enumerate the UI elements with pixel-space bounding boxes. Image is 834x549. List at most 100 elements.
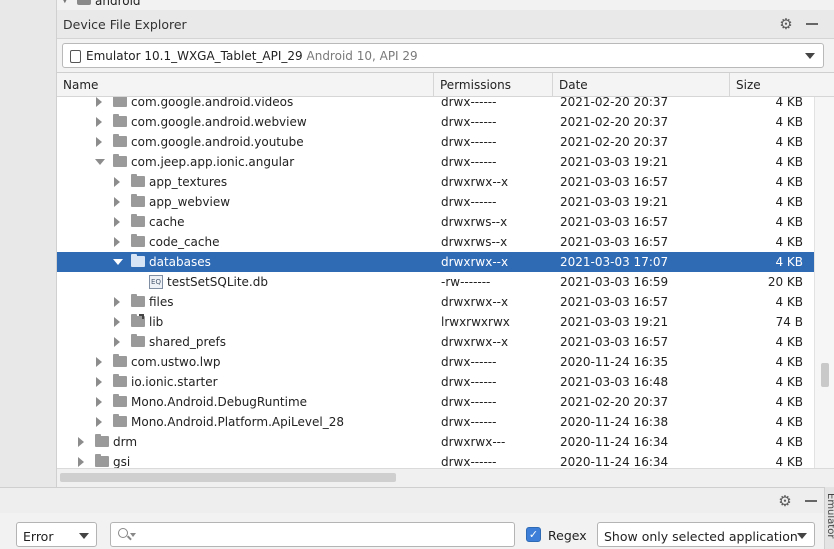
file-size: 4 KB: [775, 255, 803, 269]
chevron-right-icon[interactable]: [114, 217, 120, 227]
table-row[interactable]: com.google.android.youtube drwx------ 2021…: [57, 132, 814, 152]
vertical-scrollbar[interactable]: [814, 97, 834, 468]
device-dropdown[interactable]: Emulator 10.1_WXGA_Tablet_API_29 Android…: [62, 43, 824, 68]
table-row[interactable]: databases drwxrwx--x 2021-03-03 17:07 4 KB: [57, 252, 814, 272]
side-strip-label: Emulator: [825, 493, 834, 539]
folder-icon: [131, 254, 145, 267]
column-header-name[interactable]: Name: [57, 73, 434, 97]
chevron-right-icon[interactable]: [114, 177, 120, 187]
folder-icon: [113, 97, 127, 107]
table-row[interactable]: app_textures drwxrwx--x 2021-03-03 16:57 4 …: [57, 172, 814, 192]
file-name: code_cache: [149, 235, 220, 249]
folder-icon: [131, 194, 145, 207]
chevron-right-icon[interactable]: [114, 197, 120, 207]
chevron-right-icon[interactable]: [96, 357, 102, 367]
table-row[interactable]: Mono.Android.DebugRuntime drwx------ 2021-…: [57, 392, 814, 412]
table-row[interactable]: lib lrwxrwxrwx 2021-03-03 19:21 74 B: [57, 312, 814, 332]
app-filter-value: Show only selected application: [604, 529, 798, 544]
file-date: 2020-11-24 16:34: [560, 455, 669, 468]
gear-icon[interactable]: ⚙: [777, 15, 795, 33]
file-size: 4 KB: [775, 175, 803, 189]
column-header-permissions[interactable]: Permissions: [434, 73, 553, 97]
file-size: 74 B: [775, 315, 803, 329]
left-tool-gutter: [0, 0, 57, 487]
app-filter-dropdown[interactable]: Show only selected application: [597, 522, 815, 547]
chevron-right-icon[interactable]: [96, 97, 102, 107]
chevron-right-icon[interactable]: [96, 397, 102, 407]
chevron-right-icon[interactable]: [114, 297, 120, 307]
file-date: 2021-03-03 16:48: [560, 375, 669, 389]
regex-checkbox[interactable]: ✓: [526, 527, 541, 542]
minus-icon: [806, 23, 818, 25]
file-date: 2021-03-03 17:07: [560, 255, 669, 269]
file-size: 4 KB: [775, 135, 803, 149]
table-row[interactable]: cache drwxrws--x 2021-03-03 16:57 4 KB: [57, 212, 814, 232]
table-row[interactable]: com.ustwo.lwp drwx------ 2020-11-24 16:35 4…: [57, 352, 814, 372]
file-name: databases: [149, 255, 211, 269]
file-size: 4 KB: [775, 215, 803, 229]
table-row[interactable]: com.google.android.videos drwx------ 2021-…: [57, 97, 814, 112]
gear-icon[interactable]: ⚙: [776, 492, 794, 510]
file-size: 4 KB: [775, 355, 803, 369]
folder-icon: [131, 234, 145, 247]
table-row[interactable]: Mono.Android.Platform.ApiLevel_28 drwx---…: [57, 412, 814, 432]
chevron-right-icon[interactable]: [78, 437, 84, 447]
file-permissions: drwx------: [441, 395, 497, 409]
project-tree-crumb[interactable]: ▼ android: [57, 0, 834, 10]
file-permissions: drwx------: [441, 455, 497, 468]
column-header-size[interactable]: Size: [730, 73, 834, 97]
file-name: com.google.android.webview: [131, 115, 307, 129]
minimize-button[interactable]: [803, 15, 821, 33]
table-row[interactable]: gsi drwx------ 2020-11-24 16:34 4 KB: [57, 452, 814, 468]
file-size: 4 KB: [775, 415, 803, 429]
folder-icon: [113, 154, 127, 167]
regex-label: Regex: [548, 528, 587, 543]
chevron-right-icon[interactable]: [114, 237, 120, 247]
file-name: lib: [149, 315, 164, 329]
file-permissions: drwxrwx--x: [441, 255, 509, 269]
table-row[interactable]: drm drwxrwx--- 2020-11-24 16:34 4 KB: [57, 432, 814, 452]
chevron-right-icon[interactable]: [96, 377, 102, 387]
horizontal-scrollbar[interactable]: [57, 468, 834, 487]
table-row[interactable]: files drwxrwx--x 2021-03-03 16:57 4 KB: [57, 292, 814, 312]
file-name: testSetSQLite.db: [167, 275, 268, 289]
file-date: 2021-03-03 16:59: [560, 275, 669, 289]
chevron-down-icon: [79, 533, 89, 539]
table-row[interactable]: io.ionic.starter drwx------ 2021-03-03 16:…: [57, 372, 814, 392]
table-row[interactable]: shared_prefs drwxrwx--x 2021-03-03 16:57 4 …: [57, 332, 814, 352]
device-api: Android 10, API 29: [306, 49, 418, 63]
file-date: 2021-03-03 19:21: [560, 315, 669, 329]
table-row[interactable]: com.jeep.app.ionic.angular drwx------ 2021…: [57, 152, 814, 172]
file-permissions: drwx------: [441, 415, 497, 429]
chevron-right-icon[interactable]: [96, 117, 102, 127]
horizontal-scroll-thumb[interactable]: [60, 473, 396, 482]
log-level-dropdown[interactable]: Error: [16, 522, 97, 547]
table-row[interactable]: com.google.android.webview drwx------ 2021…: [57, 112, 814, 132]
side-tool-window-tab[interactable]: Emulator: [824, 487, 834, 549]
device-label: Emulator 10.1_WXGA_Tablet_API_29 Android…: [86, 49, 418, 63]
table-row[interactable]: EQ testSetSQLite.db -rw------- 2021-03-03 1…: [57, 272, 814, 292]
logcat-search-input[interactable]: [110, 522, 515, 547]
file-name: com.google.android.videos: [131, 97, 294, 109]
file-table: Name Permissions Date Size com.google.an…: [57, 72, 834, 468]
chevron-down-icon: [797, 533, 807, 539]
vertical-scroll-thumb[interactable]: [821, 363, 829, 387]
file-name: shared_prefs: [149, 335, 227, 349]
panel-title: Device File Explorer: [63, 17, 187, 32]
link-arrow-icon: [139, 314, 144, 319]
chevron-right-icon[interactable]: [96, 417, 102, 427]
minimize-button[interactable]: [802, 492, 820, 510]
table-row[interactable]: app_webview drwx------ 2021-03-03 19:21 4 K…: [57, 192, 814, 212]
file-size: 4 KB: [775, 97, 803, 109]
file-date: 2021-03-03 19:21: [560, 195, 669, 209]
chevron-right-icon[interactable]: [114, 317, 120, 327]
chevron-right-icon[interactable]: [78, 457, 84, 467]
search-history-chevron-icon: [130, 533, 136, 537]
column-header-date[interactable]: Date: [553, 73, 730, 97]
chevron-right-icon[interactable]: [96, 137, 102, 147]
chevron-down-icon[interactable]: [95, 159, 105, 165]
chevron-right-icon[interactable]: [114, 337, 120, 347]
table-row[interactable]: code_cache drwxrws--x 2021-03-03 16:57 4 KB: [57, 232, 814, 252]
chevron-down-icon[interactable]: [113, 259, 123, 265]
file-permissions: drwx------: [441, 135, 497, 149]
